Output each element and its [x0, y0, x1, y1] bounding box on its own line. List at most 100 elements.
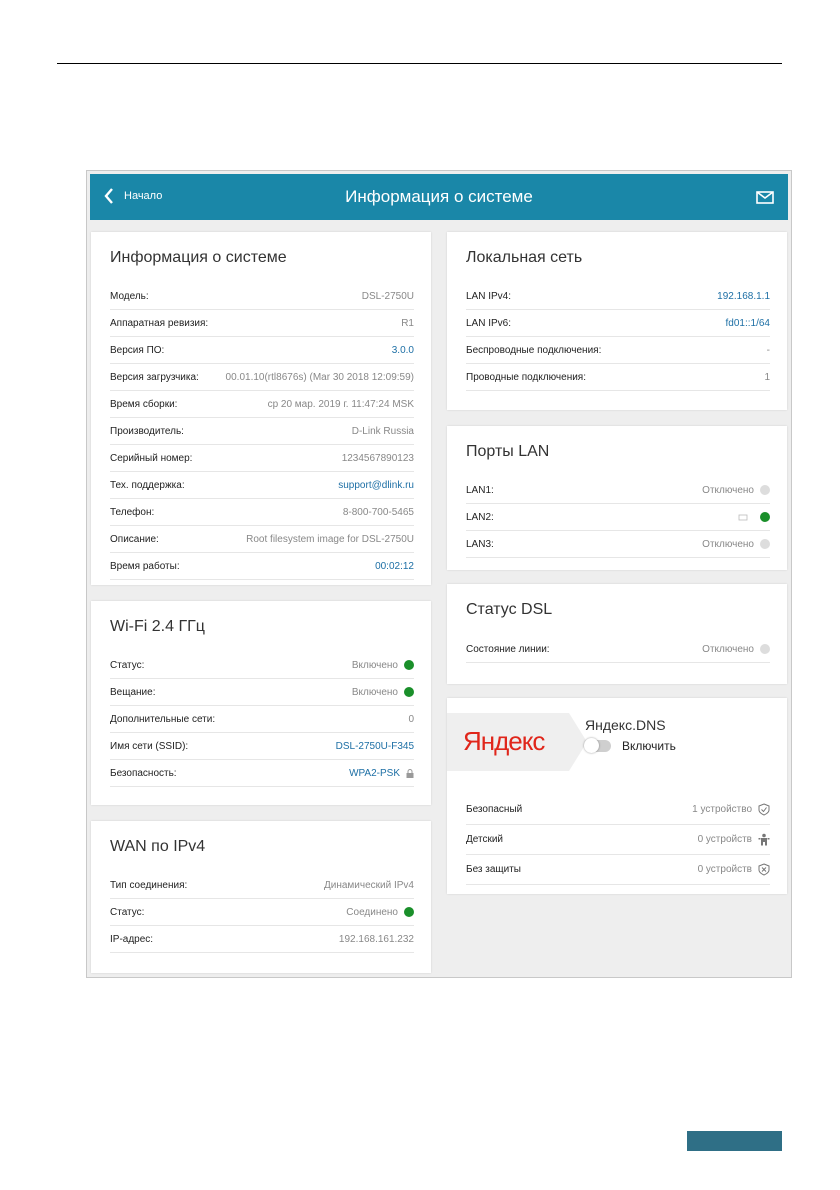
row-value-text: DSL-2750U [361, 290, 414, 302]
card-title: WAN по IPv4 [110, 838, 206, 855]
row-label: Серийный номер: [110, 452, 193, 464]
row-value [738, 512, 770, 522]
info-row: IP-адрес: 192.168.161.232 [110, 926, 414, 953]
row-value[interactable]: 3.0.0 [392, 345, 414, 356]
dsl-card: Статус DSL Состояние линии: Отключено [447, 584, 787, 684]
row-value: ср 20 мар. 2019 г. 11:47:24 MSK [268, 399, 414, 410]
row-value: Отключено [702, 539, 770, 550]
row-value: Отключено [702, 485, 770, 496]
status-off-indicator [760, 485, 770, 495]
card-title: Информация о системе [110, 249, 287, 266]
row-value-text: 1 устройство [692, 804, 752, 815]
row-value-text[interactable]: 192.168.1.1 [717, 291, 770, 302]
row-value: - [767, 345, 770, 356]
row-label: Производитель: [110, 425, 184, 437]
yandex-dns-toggle[interactable] [584, 738, 611, 753]
info-row: Описание: Root filesystem image for DSL-2… [110, 526, 414, 553]
row-value[interactable]: WPA2-PSK [349, 768, 414, 779]
wan-rows: Тип соединения: Динамический IPv4 Статус: С… [110, 872, 414, 953]
row-value[interactable]: support@dlink.ru [338, 480, 414, 491]
info-row: Производитель: D-Link Russia [110, 418, 414, 445]
row-value: R1 [401, 318, 414, 329]
info-row: Имя сети (SSID): DSL-2750U-F345 [110, 733, 414, 760]
row-label: Проводные подключения: [466, 371, 587, 383]
card-title: Статус DSL [466, 601, 553, 618]
row-value-text: 00.01.10(rtl8676s) (Mar 30 2018 12:09:59… [225, 371, 414, 383]
info-row: Время сборки: ср 20 мар. 2019 г. 11:47:24… [110, 391, 414, 418]
info-row: Версия загрузчика: 00.01.10(rtl8676s) (Ma… [110, 364, 414, 391]
row-value: Root filesystem image for DSL-2750U [246, 534, 414, 545]
row-value: Динамический IPv4 [324, 880, 414, 891]
row-value: 8-800-700-5465 [343, 507, 414, 518]
row-label: Вещание: [110, 686, 156, 698]
row-value: 192.168.161.232 [339, 934, 414, 945]
row-value-text: Отключено [702, 538, 754, 550]
row-label: LAN1: [466, 484, 494, 496]
row-value-text[interactable]: support@dlink.ru [338, 480, 414, 491]
row-value: Включено [352, 687, 414, 698]
status-on-indicator [404, 687, 414, 697]
row-value-text: Отключено [702, 643, 754, 655]
lan-card: Локальная сеть LAN IPv4: 192.168.1.1 LAN I… [447, 232, 787, 410]
row-value: 1 устройство [692, 803, 770, 816]
row-label: Время работы: [110, 560, 180, 572]
info-row: LAN1: Отключено [466, 477, 770, 504]
row-value-text[interactable]: fd01::1/64 [726, 318, 770, 329]
card-title: Wi-Fi 2.4 ГГц [110, 618, 205, 635]
port-duplex-icon [738, 513, 748, 521]
yandex-dns-rows: Безопасный 1 устройство Детский 0 устройств… [466, 795, 770, 885]
status-on-indicator [404, 660, 414, 670]
page-title: Информация о системе [345, 187, 533, 206]
row-value[interactable]: 192.168.1.1 [717, 291, 770, 302]
row-value-text[interactable]: 00:02:12 [375, 561, 414, 572]
row-label: Время сборки: [110, 398, 178, 410]
row-value-text: - [766, 344, 770, 356]
row-value: Включено [352, 660, 414, 671]
info-row: Тип соединения: Динамический IPv4 [110, 872, 414, 899]
lan-rows: LAN IPv4: 192.168.1.1 LAN IPv6: fd01::1/64 Б… [466, 283, 770, 391]
row-label: IP-адрес: [110, 933, 154, 945]
status-off-indicator [760, 644, 770, 654]
mail-icon[interactable] [756, 191, 774, 204]
lan-ports-rows: LAN1: Отключено LAN2: LAN3: Отключено [466, 477, 770, 558]
info-row: Аппаратная ревизия: R1 [110, 310, 414, 337]
row-label: LAN3: [466, 538, 494, 550]
row-value: 0 [408, 714, 414, 725]
row-value-text: Root filesystem image for DSL-2750U [246, 533, 414, 545]
row-value[interactable]: fd01::1/64 [726, 318, 770, 329]
row-value: Отключено [702, 644, 770, 655]
wifi-rows: Статус: Включено Вещание: Включено Дополните… [110, 652, 414, 787]
row-label: Версия ПО: [110, 344, 165, 356]
info-row: LAN2: [466, 504, 770, 531]
row-value-text: 8-800-700-5465 [342, 506, 414, 518]
row-value[interactable]: 00:02:12 [375, 561, 414, 572]
row-value: Соединено [346, 907, 414, 918]
info-row: Серийный номер: 1234567890123 [110, 445, 414, 472]
row-label: Тех. поддержка: [110, 479, 185, 491]
row-label: Имя сети (SSID): [110, 740, 189, 752]
row-label: LAN2: [466, 511, 494, 523]
card-title: Порты LAN [466, 443, 550, 460]
info-row: Проводные подключения: 1 [466, 364, 770, 391]
info-row: Статус: Соединено [110, 899, 414, 926]
row-value: 0 устройств [698, 863, 770, 876]
yandex-logo: Яндекс [463, 726, 545, 756]
top-rule [57, 63, 782, 64]
row-value[interactable]: DSL-2750U-F345 [336, 741, 414, 752]
row-value-text: 0 устройств [697, 864, 752, 875]
row-value-text[interactable]: WPA2-PSK [349, 768, 400, 779]
row-value-text[interactable]: DSL-2750U-F345 [336, 741, 414, 752]
info-row: LAN IPv4: 192.168.1.1 [466, 283, 770, 310]
row-label: Телефон: [110, 506, 155, 518]
row-label: LAN IPv4: [466, 290, 512, 302]
row-value: 00.01.10(rtl8676s) (Mar 30 2018 12:09:59… [226, 372, 414, 383]
row-value: 1234567890123 [342, 453, 414, 464]
header-bar: Начало Информация о системе [90, 174, 788, 220]
wifi-card: Wi-Fi 2.4 ГГц Статус: Включено Вещание: Вкл… [91, 601, 431, 805]
info-row: Дополнительные сети: 0 [110, 706, 414, 733]
row-value: D-Link Russia [352, 426, 414, 437]
info-row: Статус: Включено [110, 652, 414, 679]
row-value-text[interactable]: 3.0.0 [392, 345, 414, 356]
row-value: 0 устройств [698, 833, 770, 846]
toggle-knob [584, 738, 599, 753]
